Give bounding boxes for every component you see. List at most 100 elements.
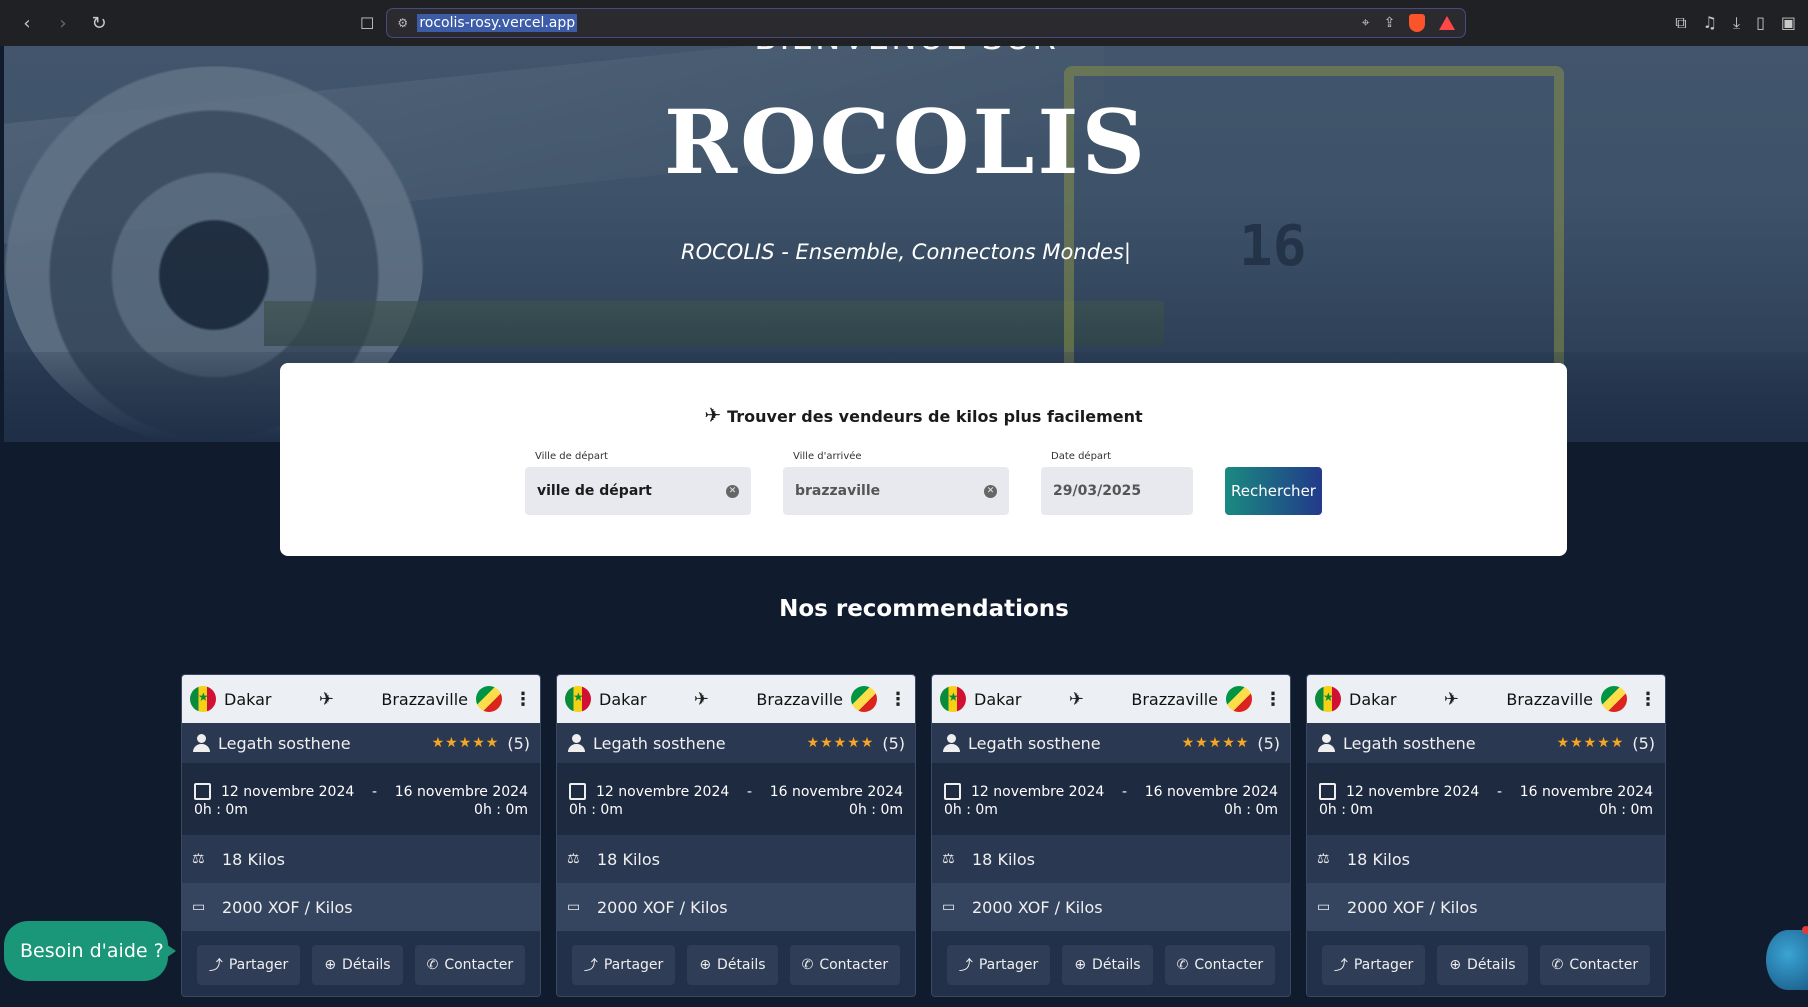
share-icon: ⤴ [958, 957, 973, 974]
rating-stars: ★★★★★ [431, 735, 500, 751]
plane-icon: ✈ [318, 688, 334, 710]
dates-row: 12 novembre 2024-16 novembre 2024 0h : 0… [1307, 763, 1665, 835]
price-row: ▭ 2000 XOF / Kilos [1307, 883, 1665, 931]
forward-icon[interactable]: › [52, 13, 74, 34]
date-label: Date départ [1051, 451, 1112, 462]
senegal-flag-icon [190, 686, 216, 712]
date-separator: - [1496, 783, 1503, 800]
money-icon: ▭ [192, 899, 206, 915]
congo-flag-icon [1600, 686, 1627, 712]
zoom-icon: ⊕ [324, 956, 337, 973]
contact-button[interactable]: ✆ Contacter [414, 944, 526, 985]
more-options-icon[interactable]: ⋮ [1264, 689, 1282, 710]
search-button[interactable]: Rechercher [1225, 467, 1322, 515]
end-time: 0h : 0m [1599, 802, 1653, 818]
route-header: Dakar ✈ Brazzaville ⋮ [557, 675, 915, 723]
arrival-input[interactable]: brazzaville ✕ [783, 467, 1009, 515]
chatbot-icon[interactable] [1766, 926, 1808, 990]
rating-stars: ★★★★★ [806, 735, 875, 751]
weight-icon: ⚖ [942, 851, 955, 867]
price-row: ▭ 2000 XOF / Kilos [557, 883, 915, 931]
weight-value: 18 Kilos [972, 849, 1035, 869]
share-button[interactable]: ⤴ Partager [1321, 944, 1426, 985]
weight-value: 18 Kilos [1347, 849, 1410, 869]
location-icon[interactable]: ⌖ [1362, 15, 1370, 31]
contact-button[interactable]: ✆ Contacter [789, 944, 901, 985]
start-date: 12 novembre 2024 [1346, 783, 1480, 800]
seller-row: Legath sosthene ★★★★★ (5) [1307, 723, 1665, 763]
brave-shields-icon[interactable] [1409, 14, 1426, 32]
details-button[interactable]: ⊕ Détails [1062, 944, 1153, 985]
start-time: 0h : 0m [1319, 802, 1373, 818]
clear-icon[interactable]: ✕ [984, 484, 997, 498]
sidebar-icon[interactable]: ▯ [1756, 13, 1765, 33]
weight-row: ⚖ 18 Kilos [932, 835, 1290, 883]
more-options-icon[interactable]: ⋮ [514, 689, 532, 710]
arrival-value: brazzaville [795, 483, 881, 499]
help-chat-button[interactable]: Besoin d'aide ? [4, 921, 176, 981]
departure-label: Ville de départ [535, 451, 608, 462]
price-value: 2000 XOF / Kilos [222, 897, 353, 917]
seller-name: Legath sosthene [218, 733, 351, 753]
weight-row: ⚖ 18 Kilos [1307, 835, 1665, 883]
share-label: Partager [978, 956, 1039, 973]
back-icon[interactable]: ‹ [16, 13, 38, 34]
date-field: Date départ 29/03/2025 [1041, 451, 1193, 515]
hero-tagline: ROCOLIS - Ensemble, Connectons Mondes| [681, 240, 1131, 264]
brave-rewards-icon[interactable] [1439, 16, 1456, 30]
start-date: 12 novembre 2024 [971, 783, 1105, 800]
contact-button[interactable]: ✆ Contacter [1164, 944, 1276, 985]
arrival-label: Ville d'arrivée [793, 451, 862, 462]
media-icon[interactable]: ♫ [1703, 13, 1717, 33]
browser-tools: ⧉ ♫ ⤓ ▯ ▣ [1675, 13, 1808, 33]
url-text[interactable]: rocolis-rosy.vercel.app [417, 14, 578, 32]
details-button[interactable]: ⊕ Détails [687, 944, 778, 985]
calendar-icon [194, 783, 211, 800]
download-icon[interactable]: ⤓ [1733, 13, 1740, 33]
seller-name: Legath sosthene [1343, 733, 1476, 753]
money-icon: ▭ [1317, 899, 1331, 915]
extensions-icon[interactable]: ⧉ [1675, 13, 1686, 33]
phone-icon: ✆ [1551, 956, 1564, 973]
route-from: Dakar [224, 689, 272, 709]
more-options-icon[interactable]: ⋮ [1639, 689, 1657, 710]
contact-label: Contacter [819, 956, 889, 973]
share-icon: ⤴ [583, 957, 598, 974]
contact-button[interactable]: ✆ Contacter [1539, 944, 1651, 985]
departure-input[interactable]: ville de départ ✕ [525, 467, 751, 515]
reload-icon[interactable]: ↻ [88, 13, 110, 34]
trip-card: Dakar ✈ Brazzaville ⋮ Legath sosthene ★★… [556, 674, 916, 997]
end-time: 0h : 0m [1224, 802, 1278, 818]
route-header: Dakar ✈ Brazzaville ⋮ [182, 675, 540, 723]
route-from: Dakar [974, 689, 1022, 709]
departure-field: Ville de départ ville de départ ✕ [525, 451, 751, 515]
details-label: Détails [342, 956, 391, 973]
share-label: Partager [603, 956, 664, 973]
user-icon [1317, 734, 1335, 752]
more-options-icon[interactable]: ⋮ [889, 689, 907, 710]
route-to: Brazzaville [1131, 689, 1218, 709]
route-to: Brazzaville [756, 689, 843, 709]
details-button[interactable]: ⊕ Détails [1437, 944, 1528, 985]
share-icon[interactable]: ⇪ [1384, 15, 1396, 31]
address-bar[interactable]: ⚙ rocolis-rosy.vercel.app ⌖ ⇪ [386, 8, 1467, 38]
calendar-icon [569, 783, 586, 800]
rating-count: (5) [882, 733, 905, 753]
details-label: Détails [1092, 956, 1141, 973]
contact-label: Contacter [444, 956, 514, 973]
date-input[interactable]: 29/03/2025 [1041, 467, 1193, 515]
plane-icon: ✈ [1068, 688, 1084, 710]
senegal-flag-icon [1315, 686, 1341, 712]
end-date: 16 novembre 2024 [394, 783, 528, 800]
hero-welcome-text: BIENVENUE SUR [4, 46, 1808, 58]
share-button[interactable]: ⤴ Partager [196, 944, 301, 985]
money-icon: ▭ [942, 899, 956, 915]
senegal-flag-icon [565, 686, 591, 712]
details-button[interactable]: ⊕ Détails [312, 944, 403, 985]
bookmark-icon[interactable]: ☐ [360, 14, 374, 33]
site-settings-icon[interactable]: ⚙ [397, 16, 417, 30]
clear-icon[interactable]: ✕ [726, 484, 739, 498]
wallet-icon[interactable]: ▣ [1781, 13, 1796, 33]
share-button[interactable]: ⤴ Partager [946, 944, 1051, 985]
share-button[interactable]: ⤴ Partager [571, 944, 676, 985]
